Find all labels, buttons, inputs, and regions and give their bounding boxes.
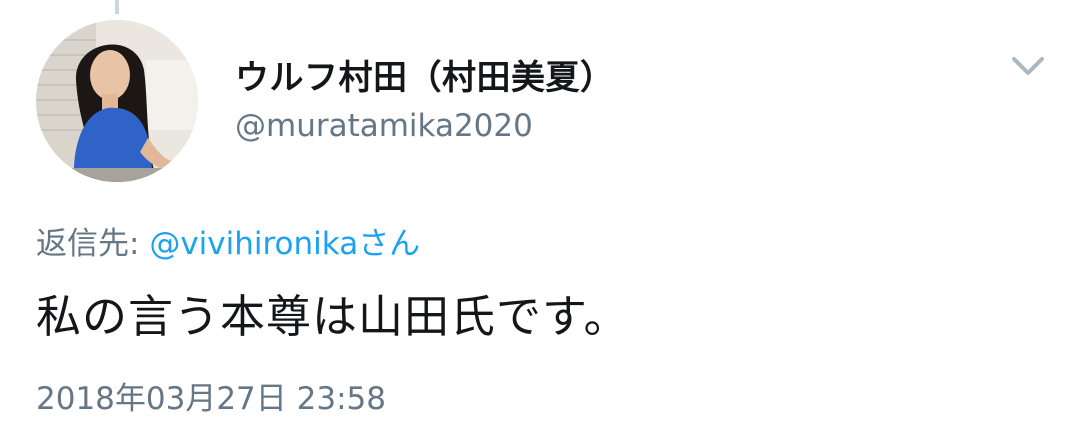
tweet-timestamp[interactable]: 2018年03月27日 23:58 xyxy=(36,373,386,418)
author-handle[interactable]: @muratamika2020 xyxy=(235,108,533,144)
author-display-name[interactable]: ウルフ村田（村田美夏） xyxy=(235,50,615,99)
avatar[interactable] xyxy=(36,20,198,182)
reply-suffix: さん xyxy=(358,226,421,262)
thread-connector-line xyxy=(115,0,119,14)
reply-to-line: 返信先: @vivihironikaさん xyxy=(36,218,420,263)
avatar-photo-icon xyxy=(36,20,198,182)
reply-mention-link[interactable]: @vivihironika xyxy=(149,226,358,262)
tweet-text: 私の言う本尊は山田氏です。 xyxy=(36,290,630,343)
reply-prefix: 返信先: xyxy=(36,226,150,262)
tweet-menu-button[interactable] xyxy=(1008,50,1048,80)
chevron-down-icon xyxy=(1012,57,1044,75)
